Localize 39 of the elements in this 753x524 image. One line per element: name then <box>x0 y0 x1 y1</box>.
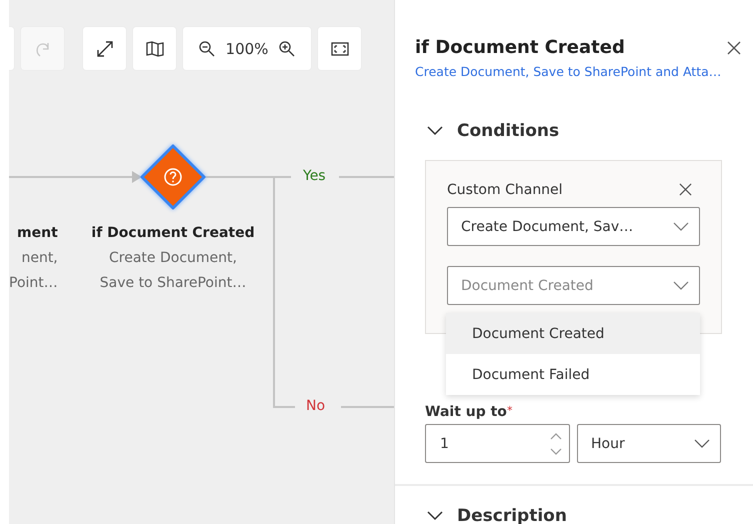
section-header[interactable]: Conditions <box>415 121 560 141</box>
chevron-icon <box>673 222 689 231</box>
panel-title: if Document Created <box>415 37 625 58</box>
chevron-icon <box>673 281 689 290</box>
node-description: Save to SharePoint… <box>100 274 246 293</box>
required-mark: * <box>506 404 512 417</box>
event-dropdown[interactable]: Document Created <box>447 266 700 305</box>
spinner-icon[interactable] <box>549 430 563 456</box>
expand-button[interactable] <box>83 27 126 70</box>
chevron-icon <box>694 439 710 448</box>
node-title: ment <box>17 224 58 243</box>
field-label: Wait up to <box>425 404 507 420</box>
branch-label: Yes <box>303 168 326 184</box>
zoom-level: 100% <box>226 40 268 58</box>
chevron-icon <box>427 126 443 136</box>
dropdown-option[interactable]: Document Created <box>446 313 700 354</box>
zoom-out-icon[interactable] <box>198 40 216 58</box>
chevron-icon <box>427 511 443 521</box>
close-icon <box>727 40 741 54</box>
node-description: Create Document, <box>109 249 237 268</box>
unit-dropdown[interactable]: Hour <box>577 424 721 463</box>
node-description: Point… <box>9 274 58 293</box>
map-icon <box>146 40 164 56</box>
fit-screen-icon <box>330 42 348 56</box>
dropdown-option[interactable]: Document Failed <box>446 354 700 395</box>
map-button[interactable] <box>133 27 176 70</box>
expand-icon <box>96 40 114 58</box>
field-label: Custom Channel <box>447 182 563 198</box>
node-description: nent, <box>21 249 58 268</box>
fit-screen-button[interactable] <box>318 27 361 70</box>
condition-node[interactable] <box>139 143 207 211</box>
zoom-in-icon[interactable] <box>278 40 296 58</box>
subtitle-link[interactable]: Create Document, Save to SharePoint and Atta… <box>415 64 753 79</box>
number-input[interactable]: 1 <box>425 424 570 463</box>
close-icon <box>679 183 692 196</box>
branch-label: No <box>306 398 326 414</box>
channel-dropdown[interactable]: Create Document, Sav… <box>447 207 700 246</box>
node-title: if Document Created <box>91 224 255 243</box>
close-button[interactable] <box>725 38 743 56</box>
